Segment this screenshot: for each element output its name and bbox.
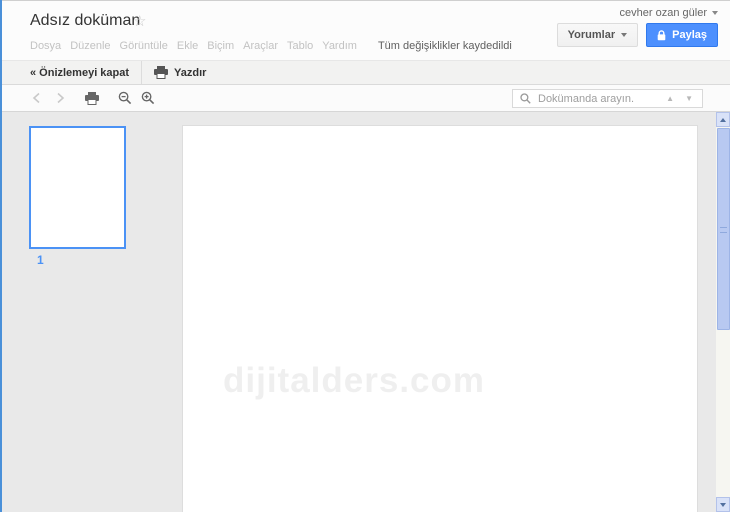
- search-nav-arrows: ▲ ▼: [666, 94, 695, 103]
- comments-button-label: Yorumlar: [567, 29, 616, 41]
- account-name: cevher ozan güler: [619, 7, 707, 19]
- menu-duzenle[interactable]: Düzenle: [70, 40, 110, 52]
- toolbar-divider: [141, 61, 143, 84]
- search-previous-icon[interactable]: ▲: [666, 94, 674, 103]
- scroll-down-button[interactable]: [716, 497, 730, 512]
- share-button-label: Paylaş: [672, 29, 707, 41]
- document-title[interactable]: Adsız doküman: [30, 12, 140, 30]
- watermark: dijitalders.com: [223, 361, 486, 400]
- previous-page-button[interactable]: [32, 92, 41, 104]
- print-toolbar: ▲ ▼: [0, 85, 730, 112]
- header-buttons: Yorumlar Paylaş: [556, 23, 718, 47]
- page-thumbnail[interactable]: [29, 126, 126, 249]
- window-left-border: [0, 0, 2, 512]
- menu-goruntule[interactable]: Görüntüle: [120, 40, 168, 52]
- print-button[interactable]: Yazdır: [174, 67, 206, 79]
- chevron-down-icon: [621, 33, 628, 37]
- scrollbar-thumb[interactable]: [717, 128, 730, 330]
- search-next-icon[interactable]: ▼: [685, 94, 693, 103]
- next-page-button[interactable]: [56, 92, 65, 104]
- menu-tablo[interactable]: Tablo: [287, 40, 313, 52]
- star-icon[interactable]: ☆: [133, 14, 146, 29]
- preview-bar: « Önizlemeyi kapat Yazdır: [0, 60, 730, 85]
- search-input[interactable]: [536, 91, 662, 106]
- account-menu[interactable]: cevher ozan güler: [620, 7, 718, 19]
- print-icon-button[interactable]: [85, 91, 99, 105]
- arrow-down-icon: [720, 502, 726, 507]
- document-page: dijitalders.com: [182, 125, 698, 512]
- share-button[interactable]: Paylaş: [646, 23, 718, 47]
- printer-icon: [154, 66, 169, 79]
- lock-icon: [657, 29, 666, 41]
- comments-button[interactable]: Yorumlar: [556, 23, 639, 47]
- close-preview-button[interactable]: « Önizlemeyi kapat: [30, 67, 129, 79]
- zoom-out-icon[interactable]: [118, 91, 132, 105]
- document-search-box[interactable]: ▲ ▼: [512, 89, 703, 108]
- chevron-down-icon: [712, 11, 718, 15]
- header: Adsız doküman ☆ cevher ozan güler Yoruml…: [0, 1, 730, 60]
- docs-print-preview-window: Adsız doküman ☆ cevher ozan güler Yoruml…: [0, 0, 730, 512]
- arrow-up-icon: [720, 117, 726, 122]
- menu-ekle[interactable]: Ekle: [177, 40, 198, 52]
- vertical-scrollbar[interactable]: [716, 112, 730, 512]
- scroll-up-button[interactable]: [716, 112, 730, 127]
- thumbnail-page-number: 1: [37, 253, 44, 267]
- save-status: Tüm değişiklikler kaydedildi: [377, 40, 512, 52]
- window-top-border: [0, 0, 730, 1]
- menu-dosya[interactable]: Dosya: [30, 40, 61, 52]
- zoom-in-icon[interactable]: [141, 91, 155, 105]
- search-icon: [520, 93, 531, 104]
- menu-araclar[interactable]: Araçlar: [243, 40, 278, 52]
- menu-bicim[interactable]: Biçim: [207, 40, 234, 52]
- menu-yardim[interactable]: Yardım: [322, 40, 357, 52]
- preview-content: 1 dijitalders.com: [0, 112, 730, 512]
- menu-bar: Dosya Düzenle Görüntüle Ekle Biçim Araçl…: [30, 40, 512, 52]
